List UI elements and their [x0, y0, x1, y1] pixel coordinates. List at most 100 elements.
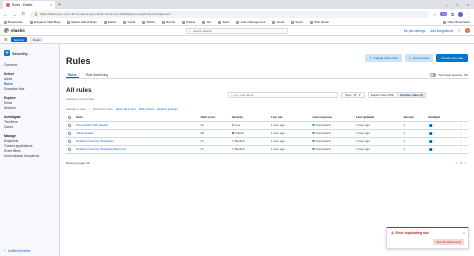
next-page-icon[interactable]: >	[464, 161, 466, 165]
elastic-rules-filter[interactable]: Elastic rules (654)	[369, 93, 397, 97]
sidebar-item-exception-lists[interactable]: Exception lists	[4, 86, 55, 91]
risk-score: 47	[198, 145, 230, 154]
close-icon[interactable]: ×	[50, 3, 52, 7]
select-all-checkbox[interactable]	[68, 115, 72, 120]
bookmark[interactable]: Bookmarks	[4, 20, 23, 24]
bookmark[interactable]: Elastic Github Bugs	[67, 20, 97, 24]
rule-name-link[interactable]: Table Header	[76, 131, 93, 135]
bookmark[interactable]: Cloud	[272, 20, 284, 24]
sidebar-item-network[interactable]: Network	[4, 105, 55, 110]
profile-avatar[interactable]	[458, 11, 463, 17]
rules-search-input[interactable]: ⌕ e.g. rule name	[228, 92, 338, 98]
column-header[interactable]: Last run	[269, 114, 311, 122]
breadcrumb-rules: Rules	[30, 36, 44, 43]
menu-toggle-icon[interactable]: ☰	[4, 37, 8, 42]
back-icon[interactable]: ←	[3, 12, 8, 17]
enabled-toggle[interactable]	[428, 123, 435, 127]
bulk-actions-button[interactable]: Bulk actions	[139, 107, 154, 111]
rule-name-link[interactable]: Endpoint Security (Duplicate)(Second)	[76, 147, 125, 151]
forward-icon[interactable]: →	[12, 12, 17, 17]
tech-preview-toggle[interactable]	[430, 73, 437, 77]
enabled-toggle[interactable]	[428, 131, 435, 135]
bookmark[interactable]: Gmail	[123, 20, 135, 24]
global-search-input[interactable]: ⌕ Search Elastic	[186, 27, 288, 34]
column-header[interactable]: Version	[401, 114, 427, 122]
table-row: Table Header 99 Critical 1 hour ago Succ…	[66, 129, 468, 138]
create-rule-button[interactable]: Create new rule	[436, 54, 468, 62]
row-checkbox[interactable]	[68, 131, 72, 135]
status-dot	[312, 123, 315, 127]
tab-rules[interactable]: Rules	[66, 72, 79, 78]
help-icon[interactable]: ?	[458, 29, 460, 33]
all-bookmarks[interactable]: Other Bookmarks	[443, 20, 470, 24]
row-actions-icon[interactable]: …	[457, 121, 468, 130]
bookmark[interactable]: Jira	[202, 20, 211, 24]
puzzle-icon[interactable]: ⧉	[451, 12, 454, 17]
column-header[interactable]: Last updated	[353, 114, 402, 122]
last-run: 1 hour ago	[269, 129, 311, 138]
row-checkbox[interactable]	[68, 139, 72, 143]
new-tab-icon[interactable]: +	[58, 2, 61, 8]
rows-per-page[interactable]: Rows per page: 20	[66, 161, 89, 165]
see-full-error-button[interactable]: See the full error(s)	[433, 239, 464, 245]
bookmark[interactable]: Github	[142, 20, 155, 24]
extension-badge[interactable]: ext	[440, 12, 448, 16]
menu-icon[interactable]: ⋮	[467, 12, 471, 17]
bookmarks-bar: Bookmarks Endgame Staff Bugs Elastic Git…	[0, 19, 474, 26]
prev-page-icon[interactable]: <	[456, 161, 458, 165]
bookmark[interactable]: Endgame Staff Bugs	[29, 20, 60, 24]
select-all-link[interactable]: Select all 4 rules	[116, 107, 137, 111]
enabled-toggle[interactable]	[428, 139, 435, 143]
bookmark[interactable]: Slack	[218, 20, 229, 24]
filter-row: ⌕ e.g. rule name Tags 0 ▾ Elastic rules …	[228, 92, 427, 98]
url-field[interactable]: 🔒 https://kibana-pr-xxxxx.kb.us-west2.gc…	[30, 10, 429, 18]
tags-filter[interactable]: Tags 0 ▾	[341, 92, 365, 98]
column-header[interactable]: Last response	[310, 114, 354, 122]
refresh-settings-button[interactable]: Refresh settings	[157, 107, 177, 111]
upload-value-lists-button[interactable]: ⇪ Upload value lists	[365, 54, 402, 62]
avatar[interactable]: e	[465, 28, 470, 33]
ml-job-settings-link[interactable]: ML job settings	[404, 29, 425, 33]
elastic-logo[interactable]: elastic	[4, 28, 25, 33]
bookmark[interactable]: Web Studio	[309, 20, 329, 24]
row-checkbox[interactable]	[68, 123, 72, 127]
last-run: 1 hour ago	[269, 145, 311, 154]
column-header[interactable]: Enabled	[426, 114, 458, 122]
row-actions-icon[interactable]: …	[457, 145, 468, 154]
column-header[interactable]: Rule	[74, 114, 199, 122]
sidebar-item-overview[interactable]: Overview	[4, 62, 55, 67]
sidebar-item-cases[interactable]: Cases	[4, 124, 55, 129]
custom-rules-filter[interactable]: Custom rules (4)	[396, 93, 426, 97]
row-actions-icon[interactable]: …	[457, 129, 468, 138]
bookmark[interactable]: Index Management	[236, 20, 265, 24]
row-checkbox[interactable]	[68, 147, 72, 151]
row-actions-icon[interactable]: …	[457, 137, 468, 146]
maximize-icon[interactable]: □	[456, 2, 458, 7]
breadcrumb: ☰ Security Rules	[0, 36, 474, 44]
untitled-timeline-link[interactable]: + Untitled timeline	[4, 249, 31, 253]
breadcrumb-security[interactable]: Security	[10, 36, 28, 43]
sidebar-item-host-isolation[interactable]: Host isolation exceptions	[4, 153, 55, 158]
window-close-icon[interactable]: ×	[467, 2, 469, 7]
rule-name-link[interactable]: Endpoint Security (Duplicate)	[76, 139, 113, 143]
rule-name-link[interactable]: Precondition Tab Header	[76, 123, 108, 127]
bookmark[interactable]: Sprint	[291, 20, 303, 24]
risk-score: 21	[198, 121, 230, 130]
bookmark[interactable]: Ref Git	[161, 20, 175, 24]
close-icon[interactable]: ×	[463, 231, 465, 235]
minimize-icon[interactable]: –	[446, 2, 448, 7]
import-rules-button[interactable]: ⇩ Import rules	[404, 54, 434, 62]
address-bar-row: ← → ↻ 🔒 https://kibana-pr-xxxxx.kb.us-we…	[0, 9, 474, 19]
browser-tab[interactable]: Rules - Elastic ×	[3, 1, 55, 9]
column-header[interactable]: Risk score	[198, 114, 230, 122]
tab-rule-monitoring[interactable]: Rule Monitoring	[84, 72, 110, 78]
add-integrations-link[interactable]: Add integrations	[430, 29, 453, 33]
enabled-toggle[interactable]	[428, 147, 435, 151]
bookmark[interactable]: Elastic	[103, 20, 116, 24]
page-number[interactable]: 1	[460, 161, 462, 165]
column-header[interactable]: Severity	[229, 114, 270, 122]
rule-type-filter: Elastic rules (654) Custom rules (4)	[367, 92, 427, 98]
reload-icon[interactable]: ↻	[21, 11, 26, 17]
bookmark[interactable]: Kibana	[182, 20, 195, 24]
star-icon[interactable]: ☆	[433, 12, 437, 17]
